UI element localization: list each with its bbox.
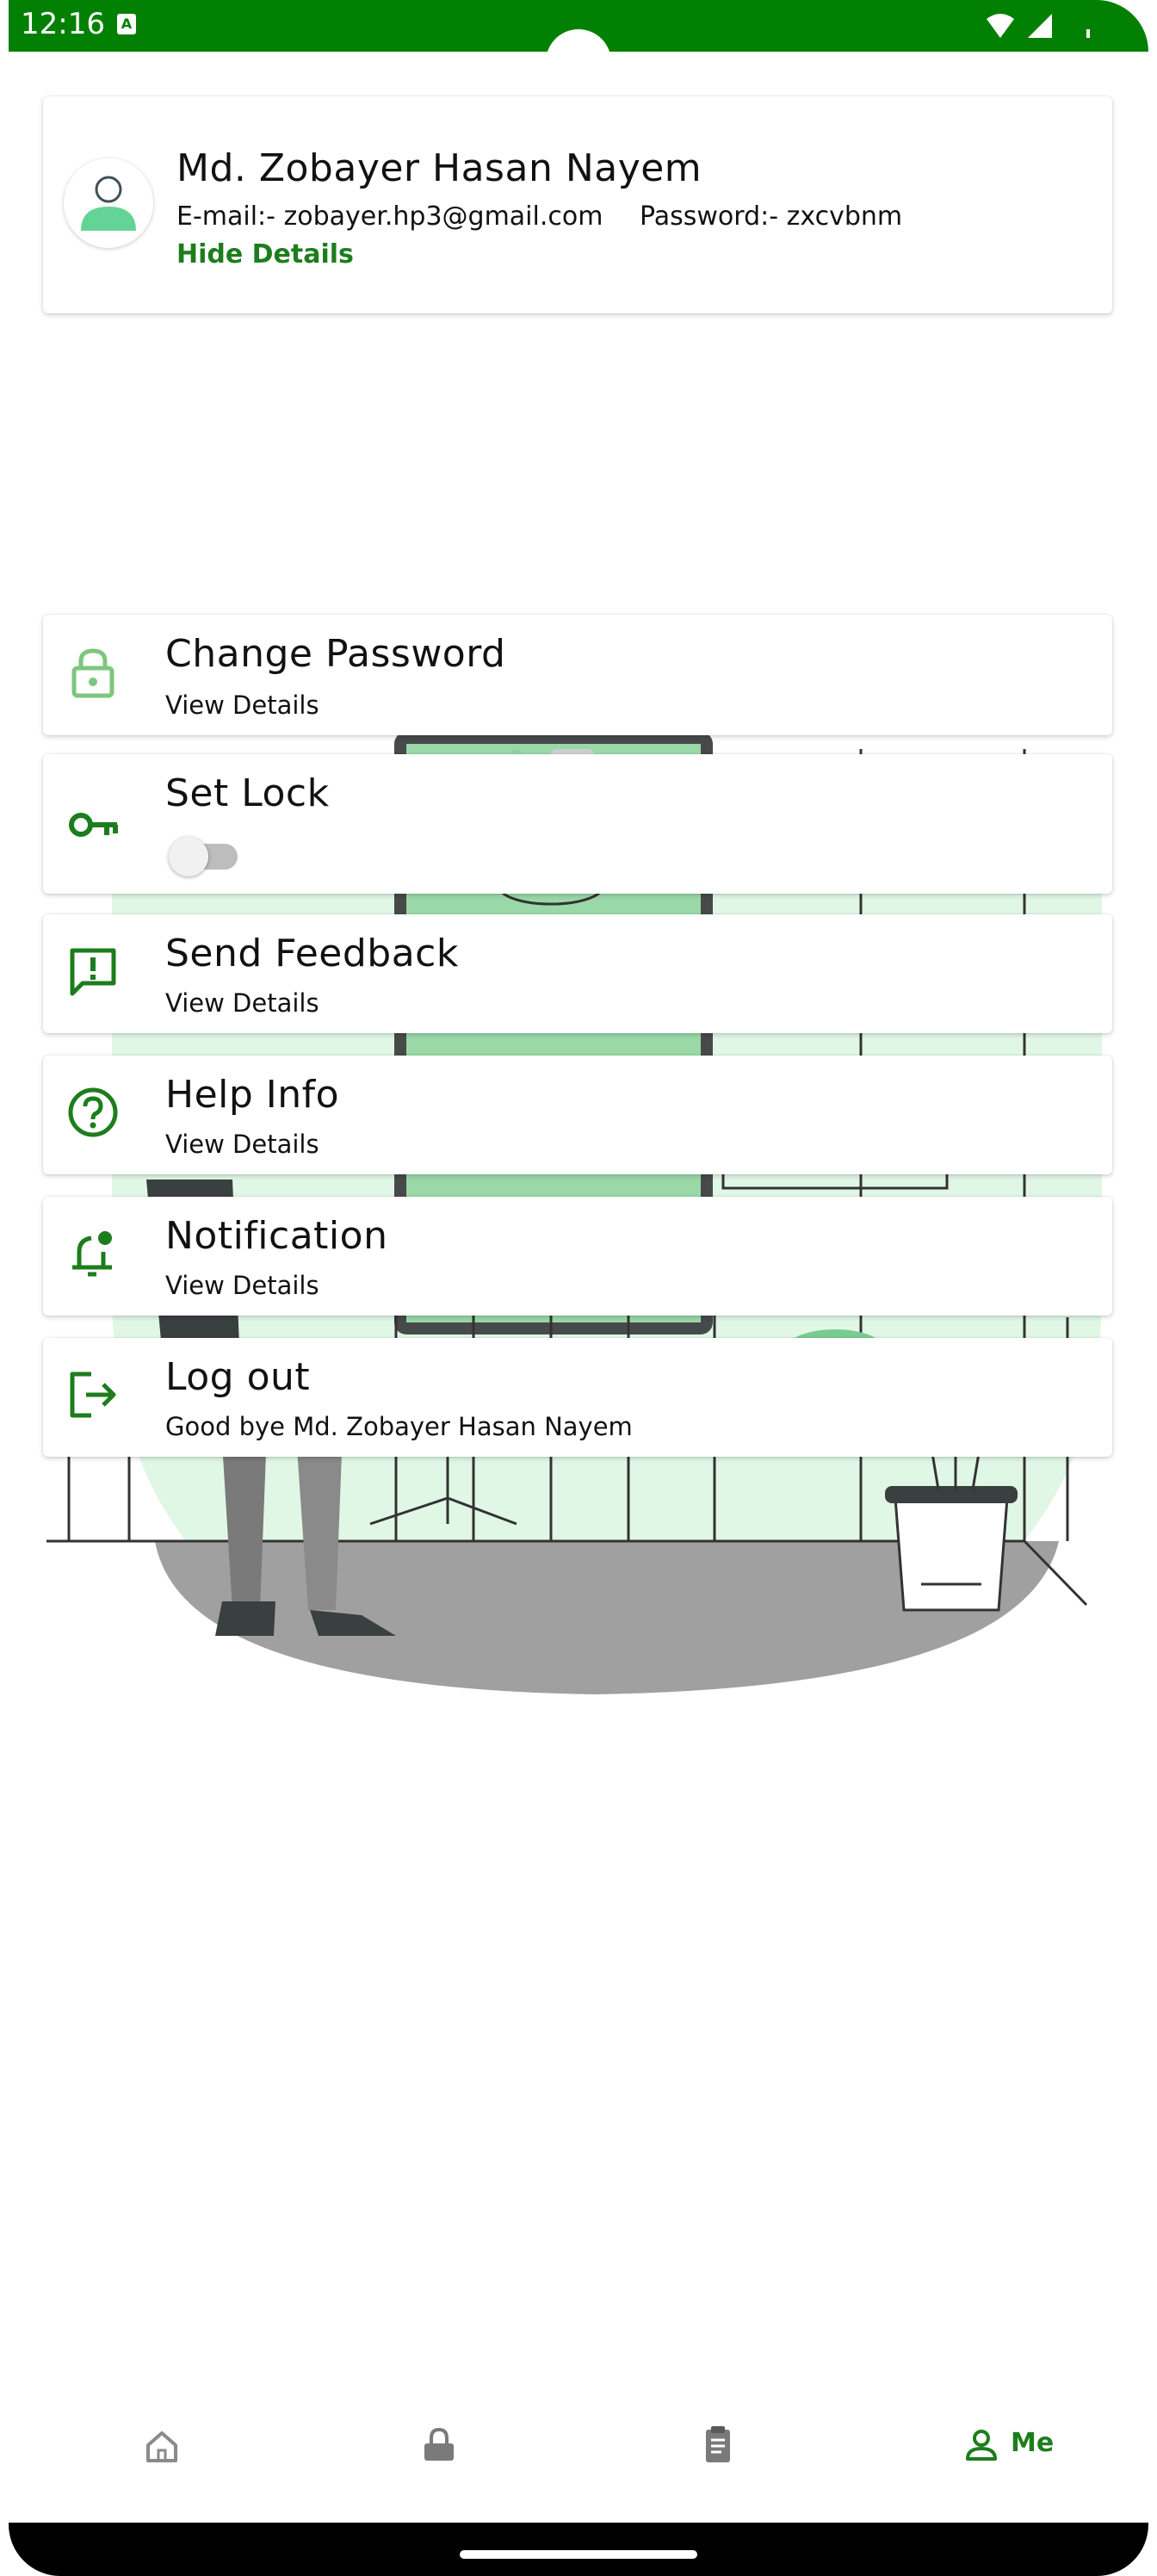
- menu-subtitle: View Details: [165, 1271, 319, 1300]
- menu-log-out[interactable]: Log out Good bye Md. Zobayer Hasan Nayem: [43, 1338, 1112, 1457]
- help-icon: [68, 1087, 118, 1137]
- avatar: [64, 158, 153, 248]
- menu-title: Change Password: [165, 632, 506, 676]
- system-status-icons: [987, 14, 1090, 38]
- logout-icon: [70, 1372, 116, 1418]
- menu-change-password[interactable]: Change Password View Details: [43, 615, 1112, 735]
- toggle-thumb: [169, 837, 208, 876]
- menu-set-lock[interactable]: Set Lock: [43, 754, 1112, 894]
- profile-name: Md. Zobayer Hasan Nayem: [176, 146, 702, 190]
- profile-password: Password:- zxcvbnm: [640, 201, 903, 232]
- set-lock-toggle[interactable]: [169, 833, 241, 876]
- feedback-icon: [70, 948, 116, 996]
- hide-details-link[interactable]: Hide Details: [176, 239, 354, 269]
- key-icon: [69, 813, 118, 837]
- profile-email: E-mail:- zobayer.hp3@gmail.com: [176, 201, 603, 232]
- person-icon: [966, 2430, 997, 2461]
- home-icon: [146, 2431, 177, 2462]
- notification-bell-icon: [72, 1231, 112, 1277]
- menu-title: Notification: [165, 1214, 388, 1258]
- menu-title: Log out: [165, 1355, 311, 1399]
- nav-me-label: Me: [1011, 2428, 1055, 2458]
- wifi-icon: [987, 14, 1014, 38]
- notification-a-icon: A: [117, 14, 136, 34]
- nav-lock[interactable]: [420, 2419, 458, 2471]
- battery-icon: [1086, 29, 1090, 38]
- home-gesture-handle[interactable]: [460, 2550, 697, 2559]
- lock-icon: [424, 2427, 454, 2461]
- lock-icon: [71, 648, 114, 698]
- profile-card: Md. Zobayer Hasan Nayem E-mail:- zobayer…: [43, 96, 1112, 313]
- menu-title: Set Lock: [165, 771, 330, 815]
- system-navigation-bar: [9, 2523, 1148, 2576]
- person-icon: [81, 176, 136, 231]
- clipboard-icon: [706, 2426, 730, 2462]
- nav-me[interactable]: Me: [962, 2419, 1057, 2471]
- bottom-navigation: Me: [0, 2393, 1157, 2497]
- menu-subtitle: View Details: [165, 690, 319, 720]
- menu-title: Send Feedback: [165, 932, 459, 975]
- nav-home[interactable]: [143, 2419, 181, 2471]
- menu-subtitle: Good bye Md. Zobayer Hasan Nayem: [165, 1412, 633, 1441]
- status-time: 12:16: [21, 7, 105, 41]
- signal-icon: [1028, 14, 1052, 38]
- menu-help-info[interactable]: Help Info View Details: [43, 1056, 1112, 1174]
- menu-notification[interactable]: Notification View Details: [43, 1197, 1112, 1316]
- camera-cutout: [546, 29, 611, 95]
- nav-notes[interactable]: [699, 2419, 737, 2471]
- menu-subtitle: View Details: [165, 988, 319, 1018]
- menu-subtitle: View Details: [165, 1130, 319, 1159]
- menu-send-feedback[interactable]: Send Feedback View Details: [43, 914, 1112, 1033]
- menu-title: Help Info: [165, 1073, 340, 1117]
